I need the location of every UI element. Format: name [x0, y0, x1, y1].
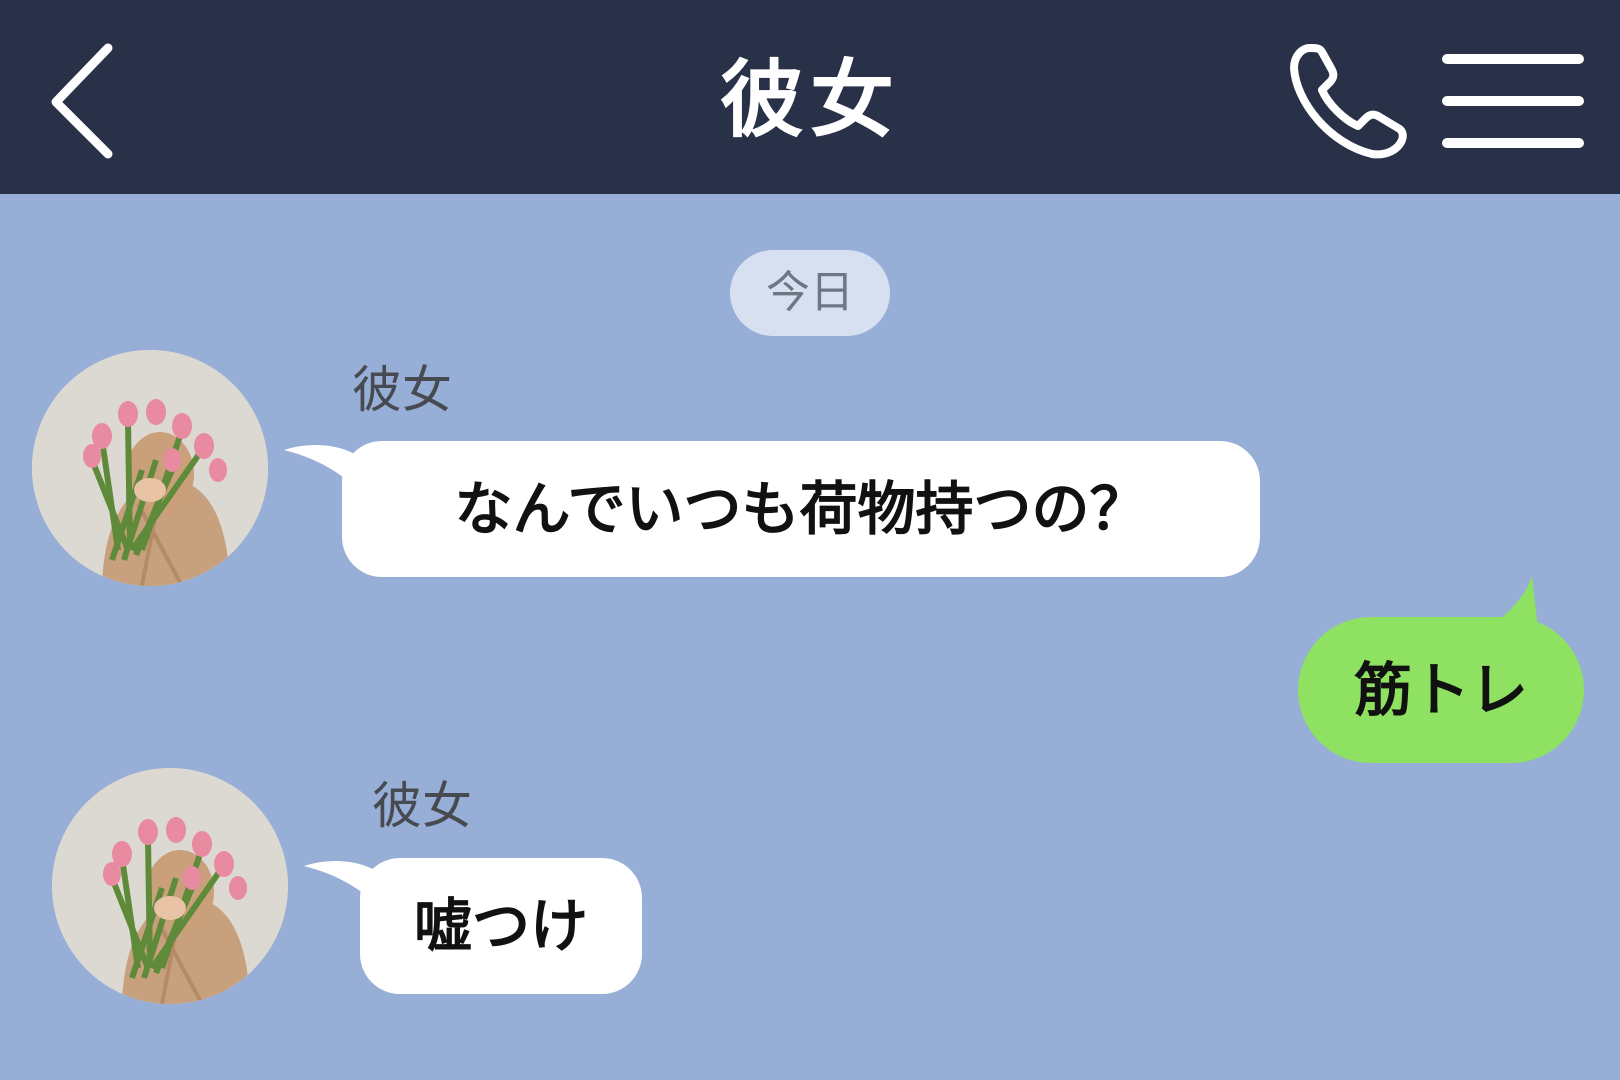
hamburger-menu-icon [1442, 54, 1584, 148]
call-button[interactable] [1288, 40, 1410, 162]
message-bubble-incoming[interactable]: なんでいつも荷物持つの？ [342, 441, 1260, 577]
sender-name: 彼女 [352, 361, 452, 419]
menu-button[interactable] [1440, 50, 1586, 152]
avatar-image [52, 768, 288, 1004]
avatar-image [32, 350, 268, 586]
chat-header: 彼女 [0, 0, 1620, 194]
message-bubble-incoming[interactable]: 嘘つけ [360, 858, 642, 994]
avatar[interactable] [52, 768, 288, 1004]
sender-name: 彼女 [372, 777, 472, 835]
message-bubble-outgoing[interactable]: 筋トレ [1298, 617, 1584, 763]
avatar[interactable] [32, 350, 268, 586]
phone-icon [1290, 44, 1407, 159]
date-separator: 今日 [730, 250, 890, 336]
